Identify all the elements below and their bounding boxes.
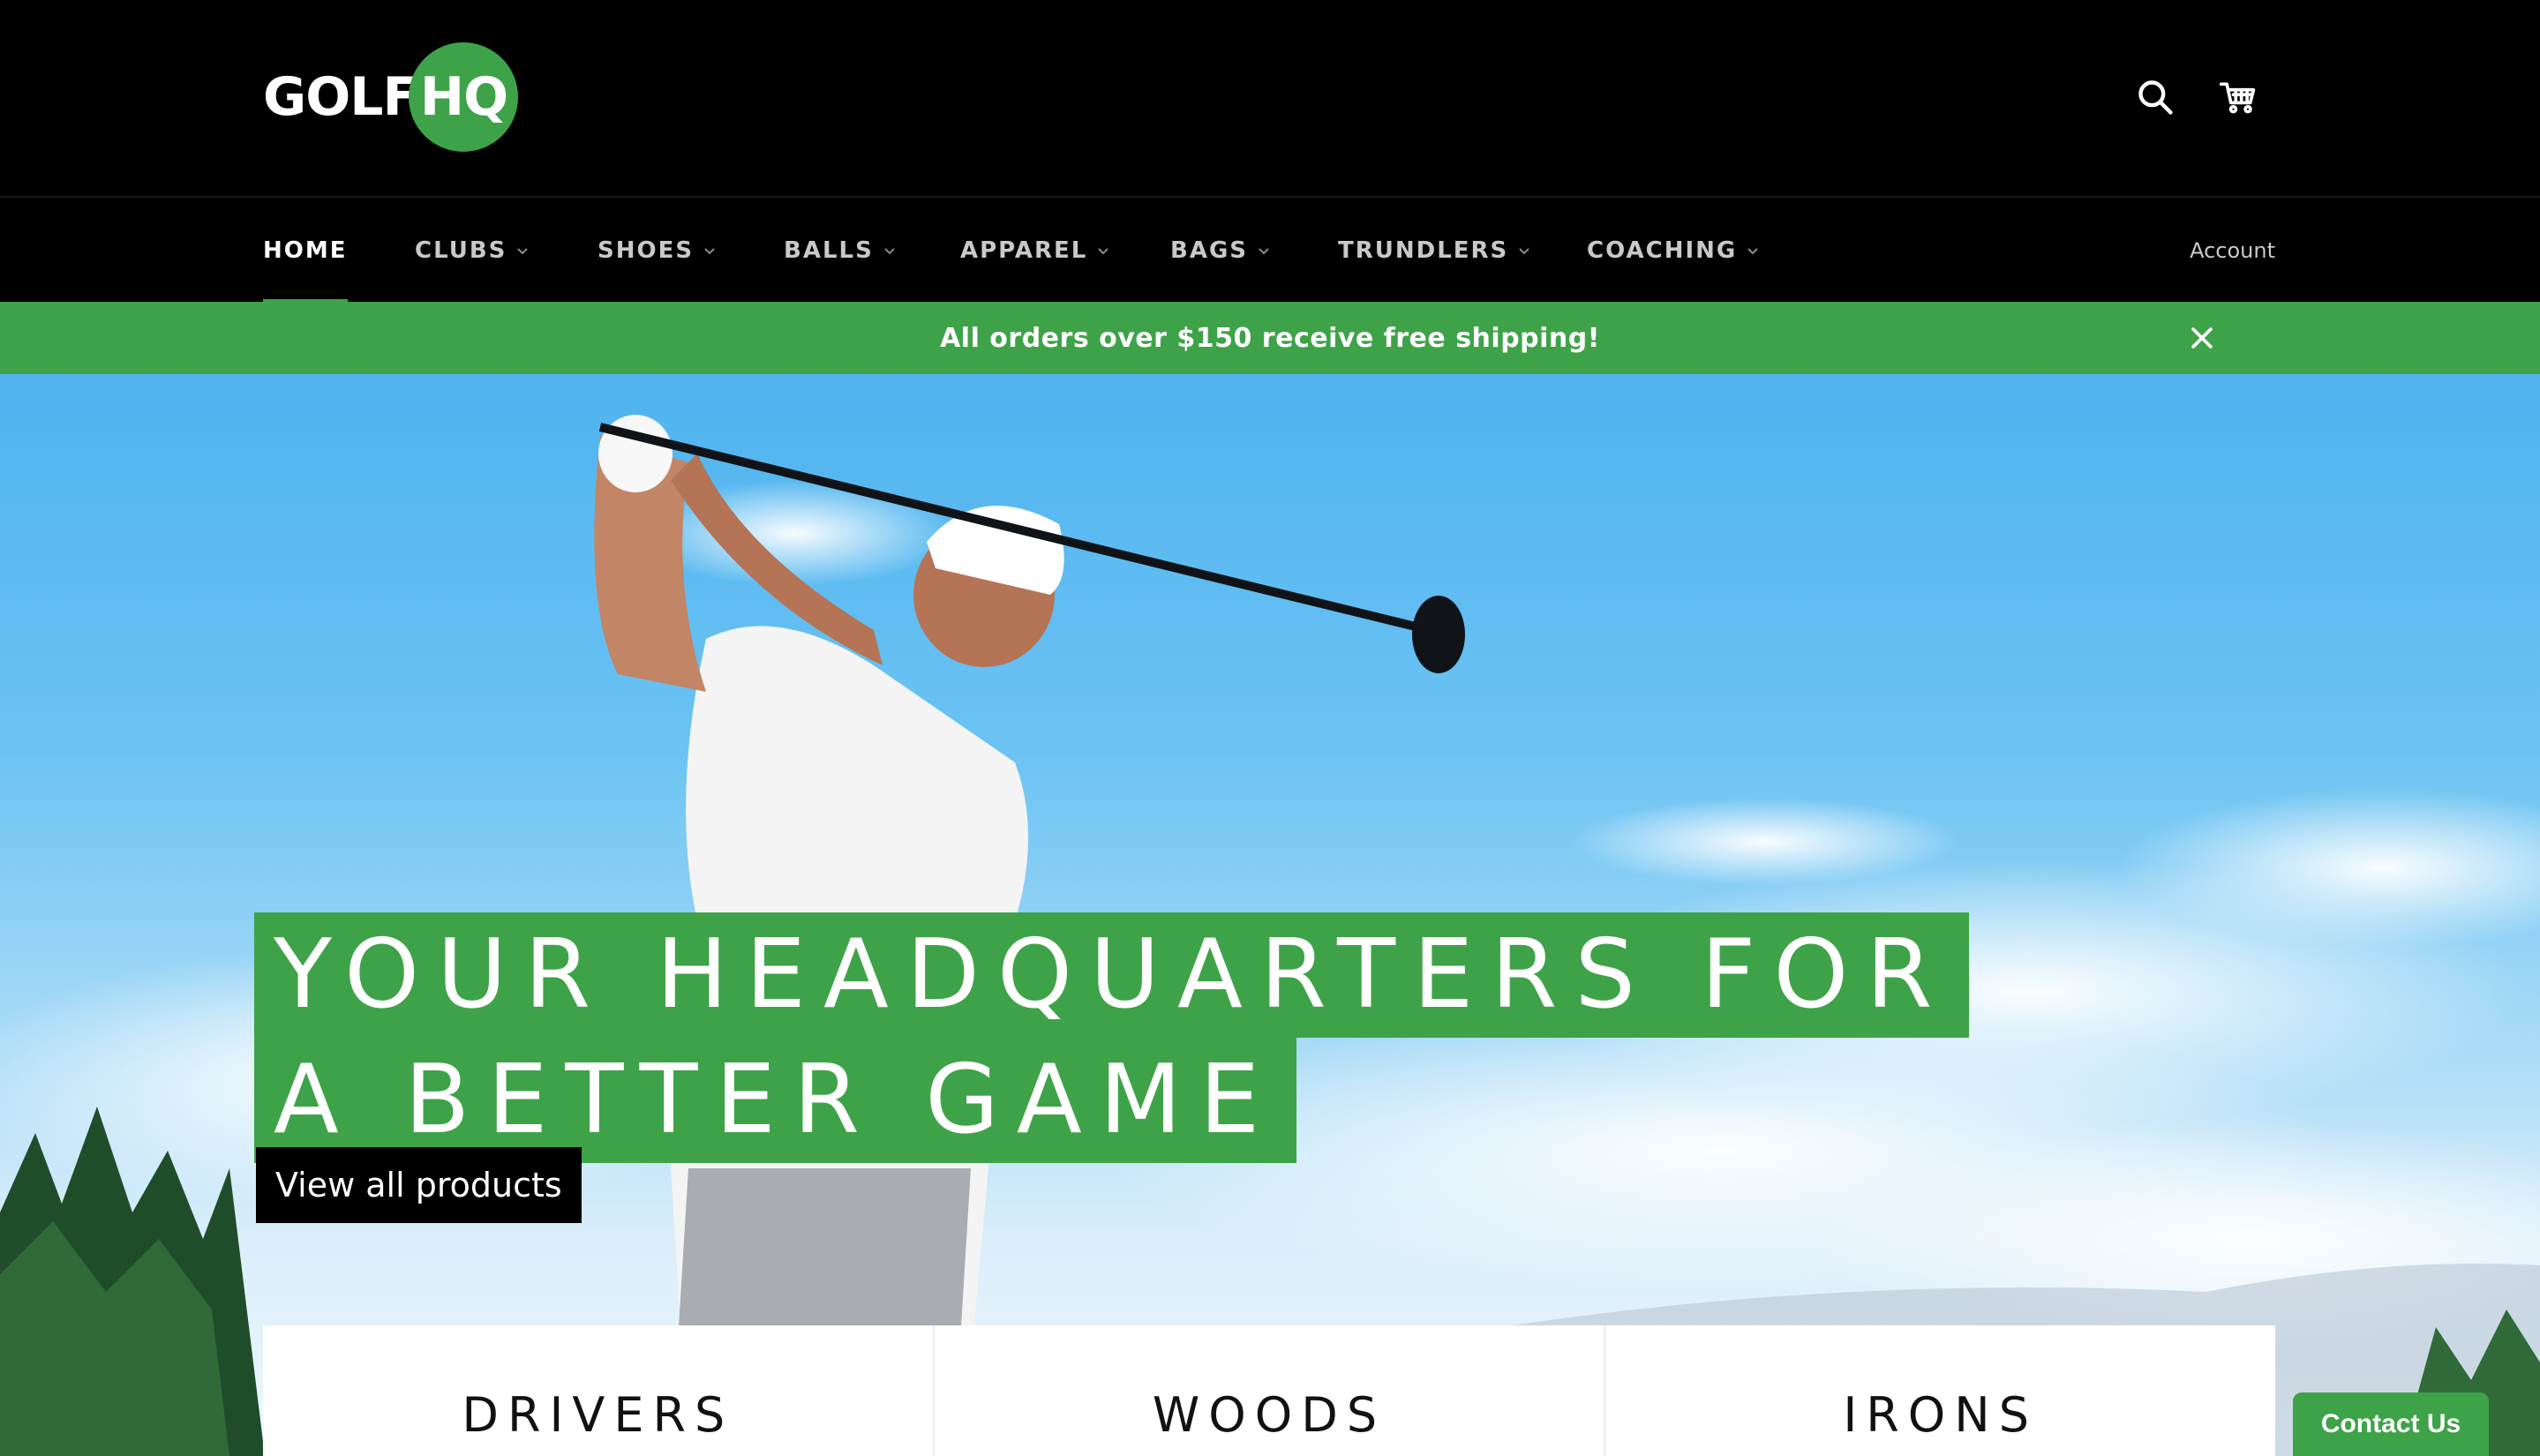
chevron-down-icon [1519,248,1530,255]
nav-item-label: APPAREL [960,237,1088,264]
cart-icon[interactable] [2217,76,2259,118]
nav-item-label: BAGS [1170,237,1249,264]
category-card-woods[interactable]: WOODS [935,1325,1606,1456]
nav-item-clubs[interactable]: CLUBS [415,198,530,304]
close-icon[interactable] [2183,319,2221,356]
nav-item-bags[interactable]: BAGS [1170,198,1271,304]
nav-item-trundlers[interactable]: TRUNDLERS [1338,198,1531,304]
logo-circle: HQ [409,42,519,152]
hero-banner: YOUR HEADQUARTERS FOR A BETTER GAME View… [0,374,2540,1456]
logo-hq-text: HQ [419,66,508,128]
account-link[interactable]: Account [2190,198,2275,304]
chevron-down-icon [884,248,895,255]
category-card-irons[interactable]: IRONS [1605,1325,2275,1456]
nav-item-balls[interactable]: BALLS [784,198,897,304]
view-all-products-button[interactable]: View all products [256,1147,582,1223]
nav-item-label: BALLS [784,237,874,264]
category-label: DRIVERS [462,1387,734,1443]
main-nav: HOME CLUBS SHOES BALLS APPAREL BAGS TRUN… [0,196,2540,304]
contact-us-button[interactable]: Contact Us [2293,1392,2489,1456]
category-label: IRONS [1843,1387,2038,1443]
hero-headline: YOUR HEADQUARTERS FOR A BETTER GAME [254,912,1970,1163]
category-card-drivers[interactable]: DRIVERS [263,1325,935,1456]
nav-item-coaching[interactable]: COACHING [1587,198,1760,304]
nav-item-apparel[interactable]: APPAREL [960,198,1110,304]
nav-item-label: SHOES [597,237,695,264]
announcement-bar: All orders over $150 receive free shippi… [0,302,2540,374]
site-header: GOLF HQ [0,0,2540,196]
chevron-down-icon [517,248,529,255]
headline-line-1: YOUR HEADQUARTERS FOR [254,912,1970,1038]
nav-item-label: COACHING [1587,237,1738,264]
nav-item-home[interactable]: HOME [263,198,348,304]
chevron-down-icon [1747,248,1758,255]
announcement-text: All orders over $150 receive free shippi… [940,322,1600,354]
category-label: WOODS [1152,1387,1386,1443]
nav-item-shoes[interactable]: SHOES [597,198,717,304]
chevron-down-icon [1098,248,1109,255]
nav-item-label: TRUNDLERS [1338,237,1509,264]
category-cards: DRIVERS WOODS IRONS [263,1325,2275,1456]
site-logo[interactable]: GOLF HQ [263,42,519,152]
nav-item-label: CLUBS [415,237,507,264]
chevron-down-icon [1259,248,1269,255]
headline-line-2: A BETTER GAME [254,1038,1297,1163]
logo-golf-text: GOLF [263,66,418,128]
chevron-down-icon [704,248,715,255]
nav-item-label: HOME [263,237,348,264]
search-icon[interactable] [2134,76,2176,118]
